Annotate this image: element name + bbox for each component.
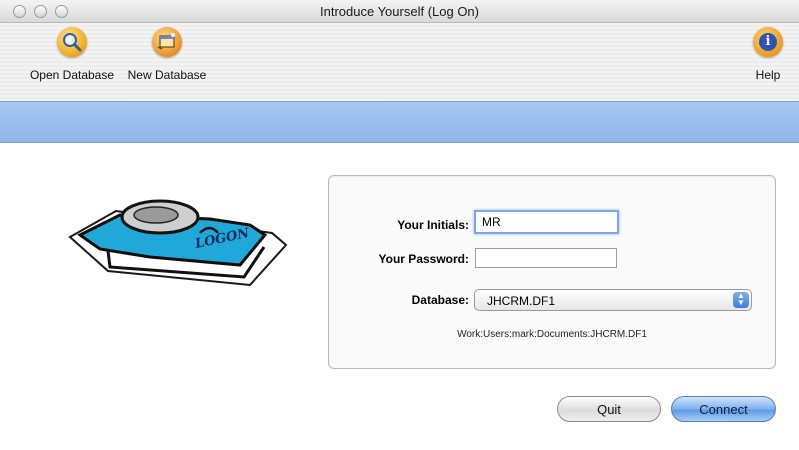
open-database-button[interactable]: Open Database — [22, 27, 122, 82]
logon-card-icon: LOGON — [60, 175, 290, 295]
database-label: Database: — [411, 293, 469, 307]
logon-window: Introduce Yourself (Log On) Open Databas… — [0, 0, 799, 450]
new-database-button[interactable]: New Database — [117, 27, 217, 82]
new-database-label: New Database — [127, 68, 207, 82]
quit-button[interactable]: Quit — [557, 396, 661, 422]
title-bar[interactable]: Introduce Yourself (Log On) — [0, 0, 799, 23]
header-band — [0, 101, 799, 143]
connect-button[interactable]: Connect — [671, 396, 776, 422]
password-label: Your Password: — [378, 252, 469, 266]
database-path: Work:Users:mark:Documents:JHCRM.DF1 — [457, 329, 647, 340]
window-title: Introduce Yourself (Log On) — [320, 4, 479, 19]
database-select[interactable]: JHCRM.DF1 ▲ ▼ — [474, 289, 752, 311]
initials-input[interactable] — [474, 210, 619, 234]
open-database-label: Open Database — [29, 68, 115, 82]
toolbar: Open Database New Database i Help — [0, 23, 799, 101]
initials-label: Your Initials: — [397, 218, 469, 232]
help-button[interactable]: i Help — [741, 27, 795, 82]
updown-arrows-icon: ▲ ▼ — [733, 292, 749, 308]
logon-form-panel: Your Initials: Your Password: Database: … — [328, 175, 776, 369]
new-database-icon — [152, 27, 182, 57]
magnifier-icon — [57, 27, 87, 57]
info-icon: i — [753, 27, 783, 57]
help-label: Help — [755, 68, 781, 82]
password-input[interactable] — [475, 248, 617, 268]
database-selected-value: JHCRM.DF1 — [487, 294, 555, 308]
